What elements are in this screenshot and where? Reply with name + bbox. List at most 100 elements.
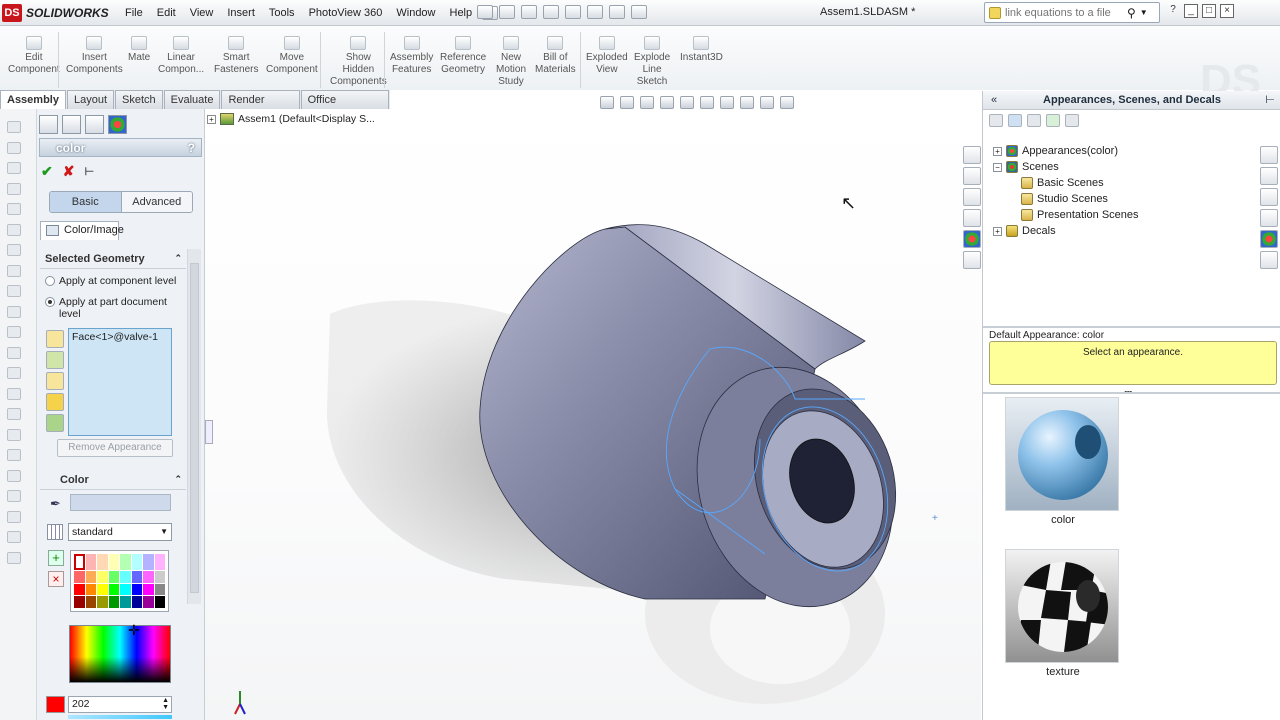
appearances-icon[interactable] (963, 230, 981, 248)
remove-swatch-icon[interactable]: × (48, 571, 64, 587)
expand-icon[interactable]: + (993, 226, 1002, 236)
menu-photoview[interactable]: PhotoView 360 (302, 7, 390, 19)
command-4[interactable]: Linear Compon... (158, 36, 204, 76)
ok-icon[interactable]: ✔ (41, 163, 53, 180)
sketch-tool-icon[interactable] (7, 367, 21, 379)
command-1[interactable]: Edit Component (8, 36, 60, 76)
open-folder-icon[interactable] (1008, 114, 1022, 127)
expand-icon[interactable]: + (207, 114, 216, 124)
sketch-tool-icon[interactable] (7, 141, 21, 154)
select-face-icon[interactable] (46, 351, 64, 369)
search-box[interactable]: ⚲ ▼ (984, 2, 1160, 23)
color-swatch[interactable] (85, 554, 96, 570)
sketch-tool-icon[interactable] (7, 244, 21, 256)
color-swatch[interactable] (74, 554, 85, 570)
color-swatch[interactable] (120, 570, 131, 583)
color-swatch[interactable] (143, 554, 154, 570)
selected-face[interactable]: Face<1>@valve-1 (72, 331, 158, 343)
menu-insert[interactable]: Insert (220, 7, 262, 19)
color-swatch[interactable] (97, 596, 108, 608)
color-swatch[interactable] (154, 554, 165, 570)
tab-office-products[interactable]: Office Products (300, 90, 389, 124)
tree-item[interactable]: + Decals (993, 225, 1056, 237)
design-library-icon[interactable] (1260, 167, 1278, 185)
collapse-icon[interactable]: − (993, 162, 1002, 172)
tab-evaluate[interactable]: Evaluate (163, 90, 221, 109)
pin-icon[interactable]: ⊢ (1265, 91, 1275, 109)
sketch-tool-icon[interactable] (7, 531, 21, 543)
select-component-icon[interactable] (46, 414, 64, 432)
sketch-tool-icon[interactable] (7, 264, 21, 277)
radio-dot[interactable] (45, 297, 55, 307)
command-12[interactable]: Exploded View (586, 36, 628, 76)
menu-window[interactable]: Window (389, 7, 442, 19)
color-swatch[interactable] (131, 570, 142, 583)
color-swatch[interactable] (143, 596, 154, 608)
sketch-tool-icon[interactable] (7, 121, 21, 133)
solidworks-logo[interactable]: DS SOLIDWORKS (2, 3, 114, 23)
spinner-icon[interactable]: ▲ ▼ (162, 697, 169, 711)
section-view-icon[interactable] (660, 96, 674, 109)
menu-edit[interactable]: Edit (150, 7, 183, 19)
up-icon[interactable] (1065, 114, 1079, 127)
color-swatch[interactable] (120, 554, 131, 570)
back-icon[interactable] (989, 114, 1003, 127)
color-spectrum[interactable] (69, 625, 171, 683)
display-style-icon[interactable] (700, 96, 714, 109)
command-3[interactable]: Mate (128, 36, 150, 64)
color-swatch[interactable] (85, 596, 96, 608)
color-value-field[interactable]: 202 ▲ ▼ (68, 696, 172, 713)
valve-model[interactable]: + ↖ (205, 109, 981, 720)
help-icon[interactable]: ? (188, 141, 195, 155)
collapse-icon[interactable]: ⌃ (174, 474, 182, 485)
collapse-icon[interactable]: ⌃ (174, 253, 182, 264)
tab-sketch[interactable]: Sketch (115, 90, 163, 109)
appearance-thumbnail-color[interactable] (1005, 397, 1119, 511)
color-swatch[interactable] (154, 596, 165, 608)
select-feature-icon[interactable] (46, 372, 64, 390)
menu-file[interactable]: File (118, 7, 150, 19)
command-9[interactable]: Reference Geometry (440, 36, 486, 76)
color-swatch[interactable] (120, 596, 131, 608)
sketch-tool-icon[interactable] (7, 469, 21, 482)
edit-appearance-icon[interactable] (740, 96, 754, 109)
search-icon[interactable]: ⚲ (1127, 6, 1136, 20)
color-swatch[interactable] (154, 583, 165, 596)
chevron-down-icon[interactable]: ▼ (1140, 8, 1148, 17)
sketch-tool-icon[interactable] (7, 285, 21, 297)
rebuild-icon[interactable] (609, 5, 625, 19)
save-icon[interactable] (521, 5, 537, 19)
restore-icon[interactable]: □ (1202, 4, 1216, 18)
color-swatch[interactable] (131, 583, 142, 596)
command-5[interactable]: Smart Fasteners (214, 36, 258, 76)
color-slider[interactable] (68, 715, 172, 719)
color-swatch[interactable] (108, 596, 119, 608)
selected-geometry-header[interactable]: Selected Geometry ⌃ (40, 253, 186, 269)
custom-properties-icon[interactable] (1260, 251, 1278, 269)
custom-properties-icon[interactable] (963, 251, 981, 269)
color-header[interactable]: Color ⌃ (40, 474, 186, 490)
sketch-tool-icon[interactable] (7, 162, 21, 174)
previous-view-icon[interactable] (640, 96, 654, 109)
command-8[interactable]: Assembly Features (390, 36, 433, 76)
color-swatches[interactable] (70, 550, 169, 612)
tree-item[interactable]: Studio Scenes (1021, 193, 1108, 205)
command-2[interactable]: Insert Components (66, 36, 123, 76)
tree-item[interactable]: − Scenes (993, 161, 1059, 173)
pm-scrollbar[interactable] (187, 249, 201, 604)
color-swatch[interactable] (108, 583, 119, 596)
view-settings-icon[interactable] (780, 96, 794, 109)
home-icon[interactable] (963, 146, 981, 164)
sketch-tool-icon[interactable] (7, 203, 21, 215)
appearance-thumbnail-texture[interactable] (1005, 549, 1119, 663)
color-swatch[interactable] (143, 583, 154, 596)
radio-part-level[interactable]: Apply at part document level (45, 296, 175, 320)
search-input[interactable] (1005, 6, 1123, 19)
sketch-tool-icon[interactable] (7, 449, 21, 461)
current-color-field[interactable] (70, 494, 171, 511)
tree-item[interactable]: + Appearances(color) (993, 145, 1118, 157)
command-13[interactable]: Explode Line Sketch (634, 36, 670, 88)
color-swatch[interactable] (74, 583, 85, 596)
color-swatch[interactable] (97, 554, 108, 570)
tree-item[interactable]: Basic Scenes (1021, 177, 1104, 189)
